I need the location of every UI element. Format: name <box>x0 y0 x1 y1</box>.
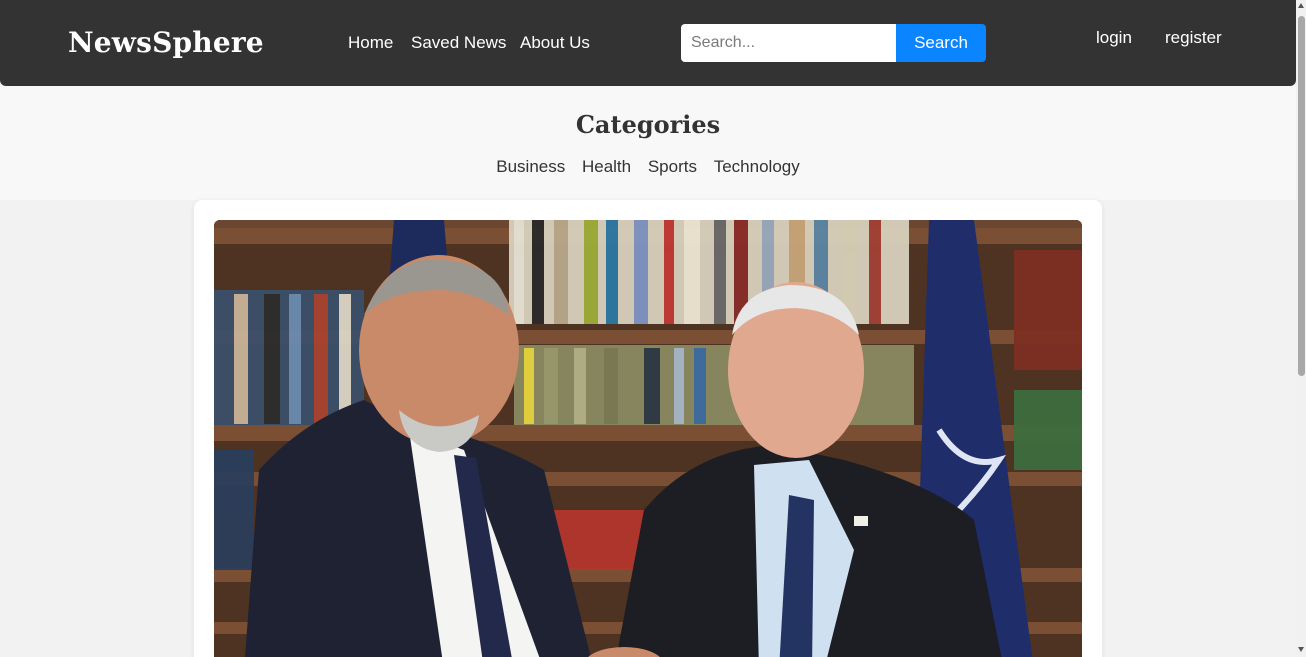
scroll-thumb[interactable] <box>1298 16 1305 376</box>
news-card <box>194 200 1102 657</box>
register-link[interactable]: register <box>1165 28 1222 48</box>
nav-saved-news-link[interactable]: Saved News <box>411 33 506 53</box>
login-link[interactable]: login <box>1096 28 1132 48</box>
categories-title: Categories <box>575 110 721 139</box>
search-button[interactable]: Search <box>896 24 986 62</box>
category-business-link[interactable]: Business <box>496 157 565 176</box>
search-input[interactable] <box>681 24 897 62</box>
category-list: Business Health Sports Technology <box>0 157 1296 177</box>
scroll-down-arrow-icon[interactable] <box>1298 647 1304 652</box>
scroll-up-arrow-icon[interactable] <box>1298 3 1304 8</box>
nav-home-link[interactable]: Home <box>348 33 393 53</box>
top-navbar: NewsSphere Home Saved News About Us Sear… <box>0 0 1296 86</box>
categories-section: Categories Business Health Sports Techno… <box>0 86 1296 200</box>
news-photo[interactable] <box>214 220 1082 657</box>
category-technology-link[interactable]: Technology <box>714 157 800 176</box>
news-photo-illustration <box>214 220 1082 657</box>
brand-logo[interactable]: NewsSphere <box>68 26 264 59</box>
nav-about-us-link[interactable]: About Us <box>520 33 590 53</box>
category-sports-link[interactable]: Sports <box>648 157 697 176</box>
category-health-link[interactable]: Health <box>582 157 631 176</box>
